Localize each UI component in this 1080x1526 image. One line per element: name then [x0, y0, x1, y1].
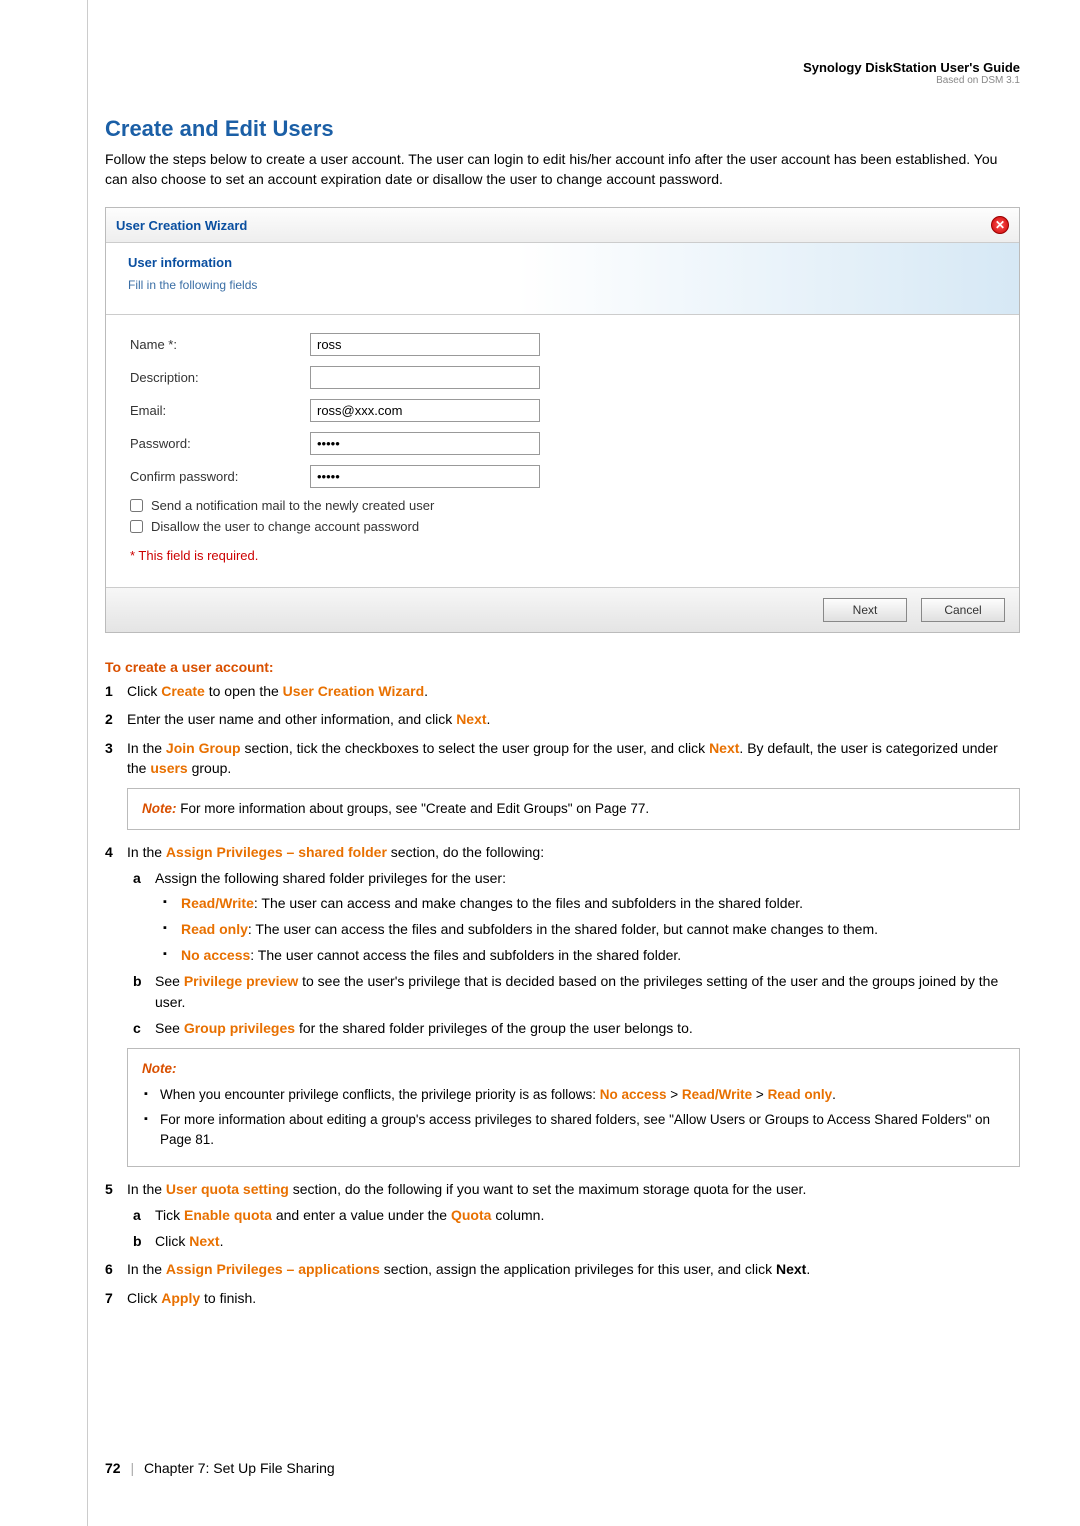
next-button[interactable]: Next [823, 598, 907, 622]
step-6: In the Assign Privileges – applications … [105, 1259, 1020, 1279]
priv-read-only: Read only: The user can access the files… [161, 919, 1020, 939]
email-input[interactable] [310, 399, 540, 422]
guide-title: Synology DiskStation User's Guide [105, 60, 1020, 75]
wizard-body: Name *: Description: Email: Password: Co… [106, 315, 1019, 587]
wizard-footer: Next Cancel [106, 587, 1019, 632]
note-label: Note: [142, 801, 177, 816]
step-4c: See Group privileges for the shared fold… [133, 1018, 1020, 1038]
page-number: 72 [105, 1460, 121, 1476]
confirm-password-input[interactable] [310, 465, 540, 488]
disallow-checkbox[interactable] [130, 520, 143, 533]
disallow-label: Disallow the user to change account pass… [151, 519, 419, 534]
cancel-button[interactable]: Cancel [921, 598, 1005, 622]
page-footer: 72 | Chapter 7: Set Up File Sharing [105, 1460, 335, 1476]
close-icon[interactable]: ✕ [991, 216, 1009, 234]
wizard-title: User Creation Wizard [116, 218, 247, 233]
note-more-info: For more information about editing a gro… [142, 1110, 1005, 1149]
notify-checkbox[interactable] [130, 499, 143, 512]
guide-subtitle: Based on DSM 3.1 [105, 75, 1020, 86]
step-1: Click Create to open the User Creation W… [105, 681, 1020, 701]
section-heading: Create and Edit Users [105, 116, 1020, 142]
steps-list: Click Create to open the User Creation W… [105, 681, 1020, 1308]
priv-no-access: No access: The user cannot access the fi… [161, 945, 1020, 965]
name-input[interactable] [310, 333, 540, 356]
instructions-heading: To create a user account: [105, 659, 1020, 675]
password-input[interactable] [310, 432, 540, 455]
step-4: In the Assign Privileges – shared folder… [105, 842, 1020, 1167]
email-label: Email: [130, 403, 310, 418]
step-3: In the Join Group section, tick the chec… [105, 738, 1020, 830]
wizard-section-sub: Fill in the following fields [128, 278, 997, 292]
step-4b: See Privilege preview to see the user's … [133, 971, 1020, 1012]
wizard-titlebar: User Creation Wizard ✕ [106, 208, 1019, 243]
step-4a: Assign the following shared folder privi… [133, 868, 1020, 965]
note-priority: When you encounter privilege conflicts, … [142, 1085, 1005, 1105]
description-label: Description: [130, 370, 310, 385]
note-text: For more information about groups, see "… [177, 801, 650, 816]
chapter-label: Chapter 7: Set Up File Sharing [144, 1460, 335, 1476]
password-label: Password: [130, 436, 310, 451]
note-label: Note: [142, 1059, 1005, 1079]
step-2: Enter the user name and other informatio… [105, 709, 1020, 729]
step-7: Click Apply to finish. [105, 1288, 1020, 1308]
section-intro: Follow the steps below to create a user … [105, 150, 1020, 189]
priv-read-write: Read/Write: The user can access and make… [161, 893, 1020, 913]
page-header: Synology DiskStation User's Guide Based … [105, 60, 1020, 86]
confirm-password-label: Confirm password: [130, 469, 310, 484]
step-5b: Click Next. [133, 1231, 1020, 1251]
step-5: In the User quota setting section, do th… [105, 1179, 1020, 1252]
note-box-privileges: Note: When you encounter privilege confl… [127, 1048, 1020, 1166]
wizard-section-title: User information [128, 255, 997, 270]
required-field-note: * This field is required. [130, 548, 995, 563]
step-5a: Tick Enable quota and enter a value unde… [133, 1205, 1020, 1225]
user-creation-wizard: User Creation Wizard ✕ User information … [105, 207, 1020, 633]
name-label: Name *: [130, 337, 310, 352]
description-input[interactable] [310, 366, 540, 389]
note-box-groups: Note: For more information about groups,… [127, 788, 1020, 830]
wizard-header: User information Fill in the following f… [106, 243, 1019, 315]
notify-label: Send a notification mail to the newly cr… [151, 498, 434, 513]
footer-separator: | [130, 1460, 134, 1476]
